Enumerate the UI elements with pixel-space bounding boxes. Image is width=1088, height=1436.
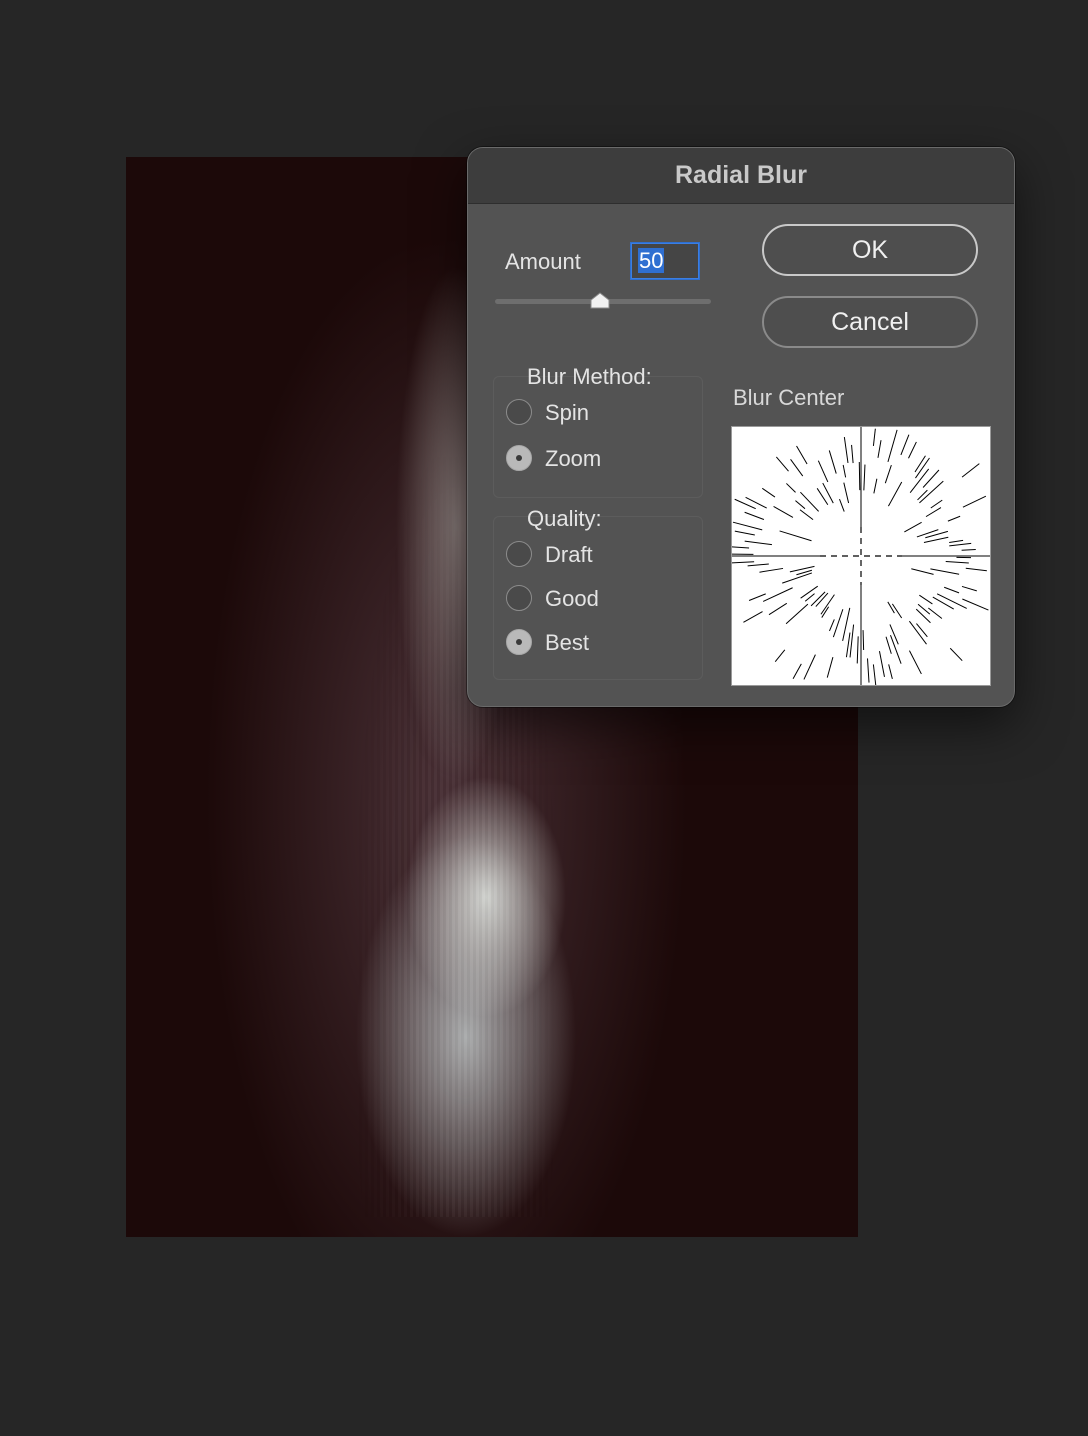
radio-zoom-label[interactable]: Zoom <box>545 446 601 472</box>
radio-zoom[interactable] <box>506 445 532 471</box>
quality-title: Quality: <box>527 506 602 531</box>
dialog-titlebar[interactable]: Radial Blur <box>468 148 1014 204</box>
blur-center-preview[interactable] <box>731 426 991 686</box>
radio-draft-label[interactable]: Draft <box>545 542 593 568</box>
radio-good-label[interactable]: Good <box>545 586 599 612</box>
radio-spin-label[interactable]: Spin <box>545 400 589 426</box>
dialog-title: Radial Blur <box>675 161 807 189</box>
blur-method-group <box>493 376 703 498</box>
amount-input[interactable]: 50 <box>631 243 699 279</box>
cancel-button[interactable]: Cancel <box>762 296 978 348</box>
radio-spin[interactable] <box>506 399 532 425</box>
blur-center-label: Blur Center <box>733 385 845 410</box>
radio-good[interactable] <box>506 585 532 611</box>
amount-label: Amount <box>505 249 581 274</box>
radio-draft[interactable] <box>506 541 532 567</box>
ok-button[interactable]: OK <box>762 224 978 276</box>
blur-method-title: Blur Method: <box>527 364 652 389</box>
radio-best[interactable] <box>506 629 532 655</box>
amount-slider-thumb[interactable] <box>590 292 610 309</box>
radial-blur-dialog: Radial Blur Amount 50 Blur Method: Spin … <box>467 147 1015 707</box>
amount-value: 50 <box>638 248 665 273</box>
radio-best-label[interactable]: Best <box>545 630 589 656</box>
